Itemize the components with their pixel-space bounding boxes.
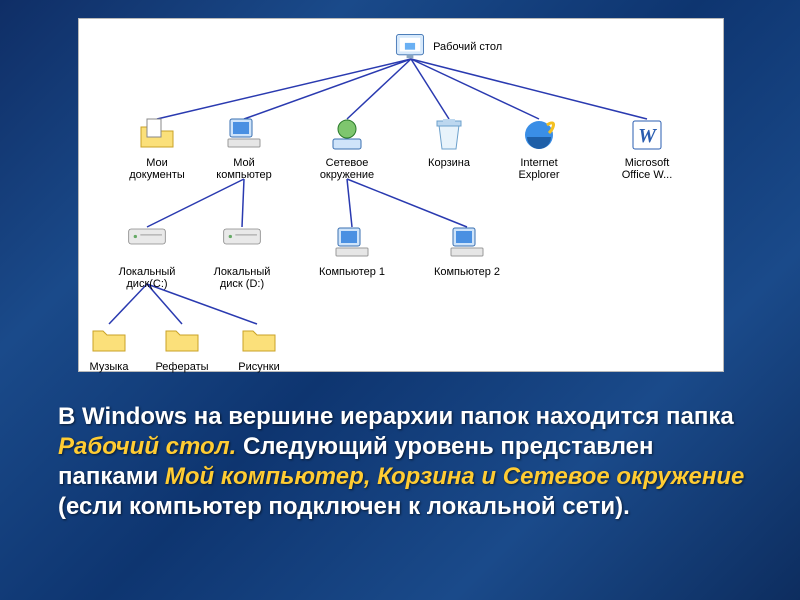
node-computer-2: Компьютер 2 — [419, 224, 515, 278]
node-desktop-label: Рабочий стол — [433, 41, 502, 53]
node-ms-word: W Microsoft Office W... — [607, 115, 687, 181]
label: Компьютер 2 — [419, 266, 515, 278]
label: Локальный диск (D:) — [194, 266, 290, 290]
computer-icon — [332, 224, 372, 264]
node-network-places: Сетевое окружение — [307, 115, 387, 181]
node-my-computer: Мой компьютер — [204, 115, 284, 181]
node-computer-1: Компьютер 1 — [304, 224, 400, 278]
label: Корзина — [409, 157, 489, 169]
node-music: Музыка — [74, 319, 144, 373]
caption-text-3: (если компьютер подключен к локальной се… — [58, 493, 630, 520]
caption-highlight-1: Рабочий стол. — [58, 433, 236, 460]
label: Microsoft Office W... — [607, 157, 687, 181]
folder-icon — [89, 319, 129, 359]
desktop-icon — [393, 31, 427, 61]
folder-icon — [239, 319, 279, 359]
label: Сетевое окружение — [307, 157, 387, 181]
hard-drive-icon — [127, 224, 167, 264]
label: Компьютер 1 — [304, 266, 400, 278]
node-recycle-bin: Корзина — [409, 115, 489, 169]
svg-text:W: W — [638, 125, 657, 147]
label: Мой компьютер — [204, 157, 284, 181]
label: Музыка — [74, 361, 144, 373]
word-icon: W — [627, 115, 667, 155]
folder-documents-icon — [137, 115, 177, 155]
node-pictures: Рисунки — [224, 319, 294, 373]
node-my-documents: Мои документы — [117, 115, 197, 181]
caption-highlight-2: Мой компьютер, Корзина и Сетевое окружен… — [165, 463, 745, 490]
ie-icon — [519, 115, 559, 155]
node-disk-c: Локальный диск(C:) — [99, 224, 195, 290]
caption-text-1: В Windows на вершине иерархии папок нахо… — [58, 403, 734, 430]
label: Рефераты — [147, 361, 217, 373]
node-reports: Рефераты — [147, 319, 217, 373]
node-disk-d: Локальный диск (D:) — [194, 224, 290, 290]
folder-icon — [162, 319, 202, 359]
computer-icon — [447, 224, 487, 264]
hierarchy-diagram: Рабочий стол Мои документы Мой компьютер… — [78, 18, 724, 372]
label: Рисунки — [224, 361, 294, 373]
network-places-icon — [327, 115, 367, 155]
label: Локальный диск(C:) — [99, 266, 195, 290]
recycle-bin-icon — [429, 115, 469, 155]
label: Мои документы — [117, 157, 197, 181]
label: Internet Explorer — [499, 157, 579, 181]
slide-caption: В Windows на вершине иерархии папок нахо… — [58, 402, 758, 522]
node-internet-explorer: Internet Explorer — [499, 115, 579, 181]
hard-drive-icon — [222, 224, 262, 264]
computer-icon — [224, 115, 264, 155]
node-desktop: Рабочий стол — [393, 31, 503, 63]
